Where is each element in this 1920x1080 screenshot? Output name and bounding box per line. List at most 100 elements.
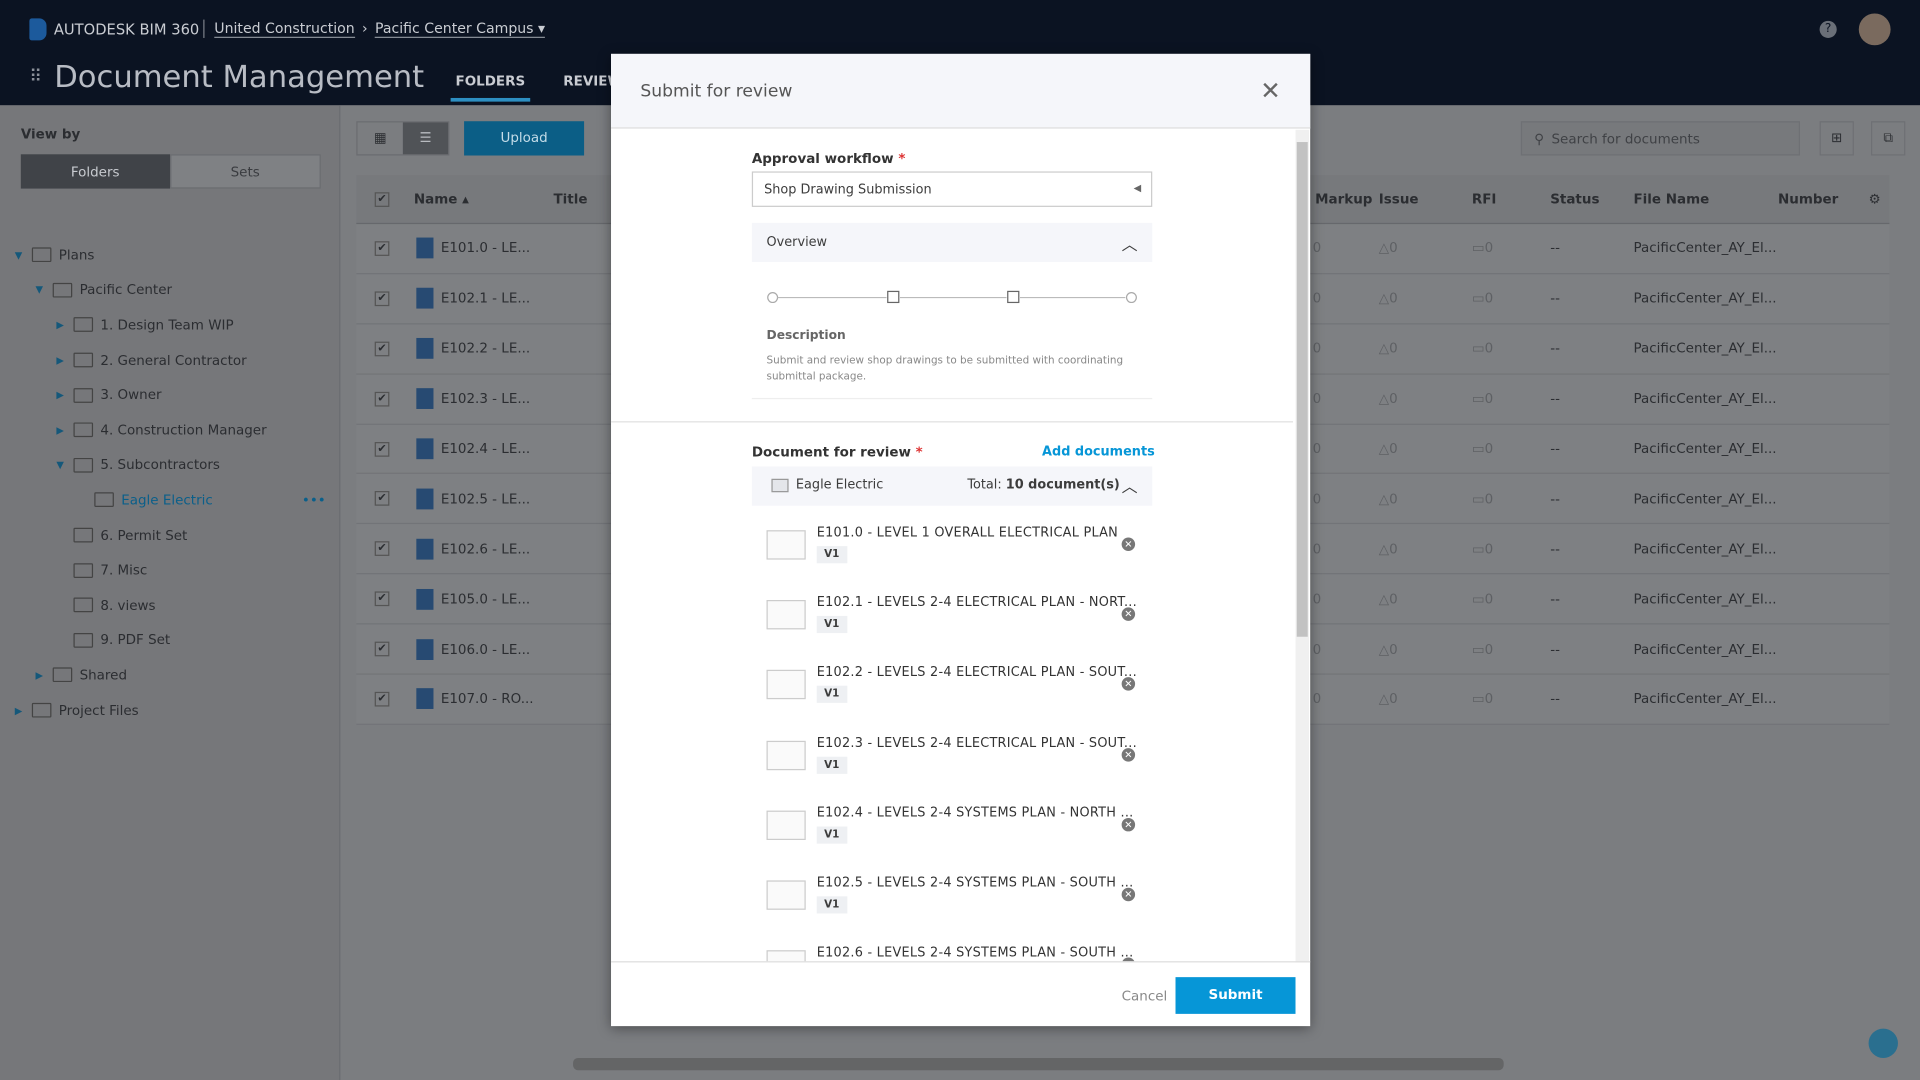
add-documents-link[interactable]: Add documents: [1042, 444, 1155, 459]
row-status: --: [1550, 440, 1560, 457]
tree-node[interactable]: ▼ Pacific Center: [0, 273, 340, 308]
more-icon[interactable]: •••: [302, 492, 326, 508]
document-name: E102.2 - LEVELS 2-4 ELECTRICAL PLAN - SO…: [816, 665, 1137, 681]
row-checkbox[interactable]: ✔: [374, 241, 390, 256]
breadcrumb: United Construction › Pacific Center Camp…: [203, 19, 546, 38]
approval-workflow-select[interactable]: Shop Drawing Submission ◀: [751, 171, 1153, 207]
row-name[interactable]: E105.0 - LE...: [441, 591, 554, 607]
row-name[interactable]: E107.0 - RO...: [441, 691, 554, 707]
tree-node[interactable]: Eagle Electric •••: [0, 483, 340, 518]
overview-header[interactable]: Overview ︿: [751, 222, 1153, 263]
view-sets-button[interactable]: Sets: [169, 154, 321, 189]
column-number[interactable]: Number: [1771, 191, 1869, 207]
rfi-count: 0: [1484, 290, 1494, 307]
column-status[interactable]: Status: [1543, 191, 1629, 207]
upload-button[interactable]: Upload: [464, 121, 585, 156]
folder-icon: [94, 492, 114, 508]
row-name[interactable]: E106.0 - LE...: [441, 641, 554, 657]
tree-node[interactable]: ▶ 2. General Contractor: [0, 343, 340, 378]
caret-down-icon[interactable]: ▼: [36, 285, 46, 296]
remove-icon[interactable]: ✕: [1121, 747, 1136, 762]
export-icon[interactable]: ⧉: [1871, 121, 1906, 156]
row-name[interactable]: E102.1 - LE...: [441, 291, 554, 307]
tree-node-label: Pacific Center: [79, 282, 173, 299]
app-grid-icon[interactable]: ⠿: [29, 67, 42, 87]
row-checkbox[interactable]: ✔: [374, 391, 390, 407]
folder-group-header[interactable]: Eagle Electric Total: 10 document(s) ︿: [751, 466, 1153, 506]
breadcrumb-account[interactable]: United Construction: [214, 20, 355, 38]
column-settings-icon[interactable]: ⚙: [1869, 191, 1881, 207]
row-name[interactable]: E102.5 - LE...: [441, 491, 554, 507]
search-input[interactable]: ⚲ Search for documents: [1520, 121, 1801, 156]
tree-node[interactable]: ▶ Project Files: [0, 693, 340, 728]
help-icon[interactable]: ?: [1819, 20, 1837, 38]
tree-node[interactable]: 9. PDF Set: [0, 623, 340, 658]
row-checkbox[interactable]: ✔: [374, 491, 390, 507]
tree-node[interactable]: 7. Misc: [0, 553, 340, 588]
folder-icon: [31, 247, 52, 263]
view-folders-button[interactable]: Folders: [20, 154, 170, 189]
caret-right-icon[interactable]: ▶: [56, 425, 66, 436]
new-folder-icon[interactable]: ⊞: [1819, 121, 1854, 156]
tree-node[interactable]: ▼ Plans: [0, 238, 340, 273]
caret-down-icon[interactable]: ▼: [56, 460, 66, 471]
row-name[interactable]: E102.6 - LE...: [441, 541, 554, 557]
tree-node[interactable]: ▶ Shared: [0, 658, 340, 693]
select-all-checkbox[interactable]: ✔: [374, 191, 390, 207]
row-checkbox[interactable]: ✔: [374, 291, 390, 306]
remove-icon[interactable]: ✕: [1121, 677, 1136, 692]
tree-node[interactable]: ▶ 3. Owner: [0, 378, 340, 413]
caret-right-icon[interactable]: ▶: [36, 670, 46, 681]
tree-node-label: Project Files: [58, 702, 139, 719]
scrollbar-thumb[interactable]: [1296, 142, 1308, 637]
column-markup[interactable]: Markup: [1313, 191, 1372, 207]
column-issue[interactable]: Issue: [1371, 191, 1464, 207]
tab-folders[interactable]: FOLDERS: [450, 73, 531, 102]
tree-node[interactable]: ▶ 1. Design Team WIP: [0, 308, 340, 343]
tree-node[interactable]: 6. Permit Set: [0, 518, 340, 553]
row-checkbox[interactable]: ✔: [374, 441, 390, 457]
caret-right-icon[interactable]: ▶: [15, 705, 25, 716]
remove-icon[interactable]: ✕: [1121, 887, 1136, 902]
close-icon[interactable]: ✕: [1260, 76, 1281, 105]
column-name[interactable]: Name ▴: [407, 191, 554, 207]
remove-icon[interactable]: ✕: [1121, 817, 1136, 832]
row-name[interactable]: E102.2 - LE...: [441, 341, 554, 357]
row-markup: 0: [1312, 641, 1322, 658]
column-file-name[interactable]: File Name: [1629, 191, 1771, 207]
column-rfi[interactable]: RFI: [1464, 191, 1542, 207]
column-label: Name: [413, 191, 458, 207]
row-name[interactable]: E101.0 - LE...: [441, 241, 554, 257]
cancel-button[interactable]: Cancel: [1122, 988, 1168, 1004]
learning-icon[interactable]: [1868, 1028, 1898, 1058]
version-badge: V1: [816, 546, 847, 564]
dialog-scrollbar[interactable]: [1295, 129, 1309, 963]
caret-right-icon[interactable]: ▶: [56, 320, 66, 331]
remove-icon[interactable]: ✕: [1121, 537, 1136, 552]
breadcrumb-project[interactable]: Pacific Center Campus ▾: [375, 20, 546, 38]
caret-right-icon[interactable]: ▶: [56, 355, 66, 366]
avatar[interactable]: [1858, 13, 1891, 46]
caret-right-icon[interactable]: ▶: [56, 390, 66, 401]
submit-button[interactable]: Submit: [1175, 977, 1296, 1014]
row-checkbox[interactable]: ✔: [374, 541, 390, 557]
list-view-icon[interactable]: ☰: [402, 122, 449, 155]
row-name[interactable]: E102.3 - LE...: [441, 391, 554, 407]
approval-workflow-label: Approval workflow *: [751, 150, 906, 167]
horizontal-scrollbar[interactable]: [573, 1057, 1504, 1071]
tree-node[interactable]: ▶ 4. Construction Manager: [0, 413, 340, 448]
remove-icon[interactable]: ✕: [1121, 607, 1136, 622]
row-checkbox[interactable]: ✔: [374, 591, 390, 607]
row-checkbox[interactable]: ✔: [374, 341, 390, 356]
row-markup: 0: [1312, 390, 1322, 407]
row-checkbox[interactable]: ✔: [374, 691, 390, 707]
description-text: Submit and review shop drawings to be su…: [766, 355, 1124, 384]
document-thumbnail: [766, 950, 806, 962]
caret-down-icon[interactable]: ▼: [15, 250, 25, 261]
row-checkbox[interactable]: ✔: [374, 641, 390, 657]
row-status: --: [1550, 340, 1560, 357]
grid-view-icon[interactable]: ▦: [358, 122, 403, 154]
tree-node[interactable]: 8. views: [0, 588, 340, 623]
tree-node[interactable]: ▼ 5. Subcontractors: [0, 448, 340, 483]
row-name[interactable]: E102.4 - LE...: [441, 441, 554, 457]
